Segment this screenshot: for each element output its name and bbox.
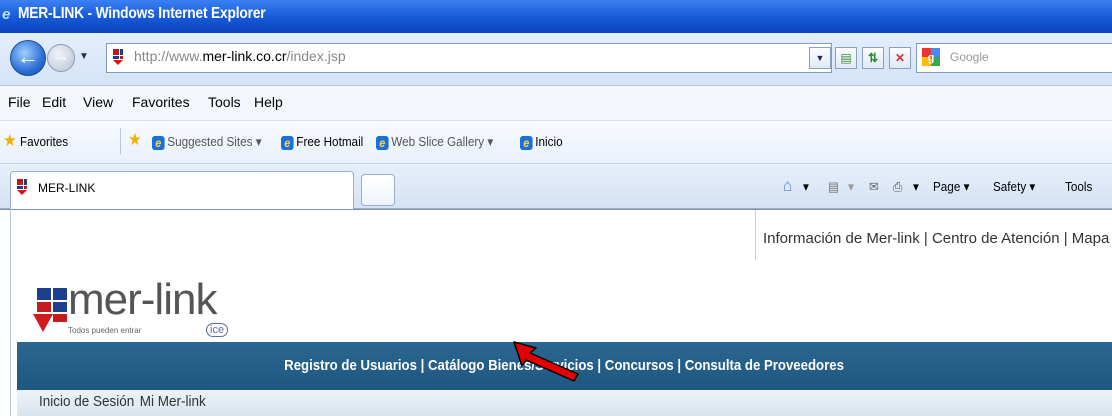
page-left-border <box>10 209 11 416</box>
login-link[interactable]: Inicio de Sesión <box>39 393 134 410</box>
fav-inicio[interactable]: e Inicio <box>520 134 563 150</box>
sub-nav-links: Inicio de Sesión Mi Mer-link <box>39 393 206 410</box>
address-url[interactable]: http://www.mer-link.co.cr/index.jsp <box>134 48 346 64</box>
tools-menu[interactable]: Tools <box>1065 179 1092 194</box>
menu-help[interactable]: Help <box>254 94 283 110</box>
page-top-border <box>0 209 1112 210</box>
tab-favicon-icon <box>17 179 27 195</box>
new-tab-button[interactable] <box>361 174 395 206</box>
tab-label: MER-LINK <box>38 181 96 195</box>
top-info-links[interactable]: Información de Mer-link | Centro de Aten… <box>763 230 1112 247</box>
home-icon[interactable]: ⌂ <box>783 176 792 196</box>
stop-button[interactable]: ✕ <box>889 47 911 69</box>
print-icon[interactable]: ⎙ <box>893 179 902 195</box>
ie-logo-icon: e <box>2 6 11 23</box>
pointer-arrow-icon <box>513 341 579 382</box>
site-favicon-icon <box>113 49 123 65</box>
fav-suggested-sites[interactable]: e Suggested Sites ▾ <box>152 134 262 150</box>
feeds-dropdown-icon[interactable]: ▾ <box>848 179 854 195</box>
favbar-divider <box>120 128 121 154</box>
menu-file[interactable]: File <box>8 94 31 110</box>
address-dropdown-button[interactable]: ▼ <box>809 47 831 69</box>
menu-edit[interactable]: Edit <box>42 94 66 110</box>
refresh-button[interactable]: ⇅ <box>862 47 884 69</box>
ie-page-icon: e <box>520 136 533 150</box>
menu-view[interactable]: View <box>83 94 113 110</box>
menu-tools[interactable]: Tools <box>208 94 241 110</box>
google-icon: g <box>922 48 940 66</box>
page-menu[interactable]: Page ▾ <box>933 179 969 195</box>
back-button[interactable]: ← <box>10 40 46 76</box>
safety-menu[interactable]: Safety ▾ <box>993 179 1035 195</box>
forward-button[interactable]: → <box>47 44 75 72</box>
menu-favorites[interactable]: Favorites <box>132 94 190 110</box>
mi-mer-link-link[interactable]: Mi Mer-link <box>140 393 206 410</box>
window-title: MER-LINK - Windows Internet Explorer <box>18 5 266 22</box>
favorites-button[interactable]: ★ Favorites <box>3 131 68 151</box>
compatibility-view-icon[interactable]: ▤ <box>835 47 857 69</box>
search-placeholder: Google <box>950 50 989 64</box>
add-favorites-icon[interactable]: ★ <box>128 130 142 150</box>
recent-pages-dropdown[interactable]: ▼ <box>79 51 89 62</box>
svg-text:g: g <box>928 52 935 64</box>
fav-web-slice-gallery[interactable]: e Web Slice Gallery ▾ <box>376 134 493 150</box>
mer-link-logo-icon <box>33 288 67 332</box>
print-dropdown-icon[interactable]: ▾ <box>913 179 919 195</box>
home-dropdown-icon[interactable]: ▾ <box>803 179 809 195</box>
ice-badge: ice <box>206 323 229 337</box>
fav-free-hotmail[interactable]: e Free Hotmail <box>281 134 363 150</box>
favorites-star-icon: ★ <box>3 131 17 150</box>
logo-text: mer-link <box>68 275 217 324</box>
logo-tagline: Todos pueden entrar <box>68 326 142 335</box>
ie-page-icon: e <box>281 136 294 150</box>
search-input[interactable] <box>916 43 1112 73</box>
header-divider <box>755 210 756 260</box>
feeds-icon[interactable]: ▤ <box>828 179 839 195</box>
ie-page-icon: e <box>152 136 165 150</box>
mail-icon[interactable]: ✉ <box>869 179 879 195</box>
ie-page-icon: e <box>376 136 389 150</box>
